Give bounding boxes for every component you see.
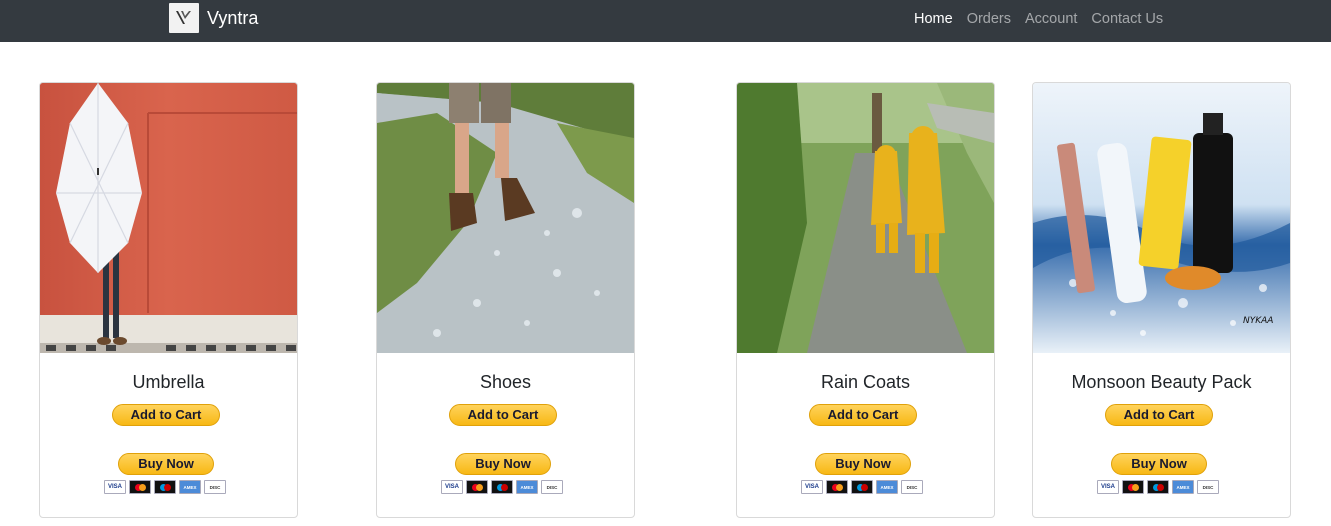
nav-link-contact-us[interactable]: Contact Us: [1084, 0, 1170, 38]
product-title: Shoes: [479, 372, 532, 392]
umbrella-photo: [40, 83, 297, 353]
maestro-icon: [491, 480, 513, 494]
maestro-icon: [154, 480, 176, 494]
brand-logo-icon: [169, 3, 199, 33]
visa-icon: VISA: [801, 480, 823, 494]
buy-now-button[interactable]: Buy Now: [118, 453, 214, 475]
discover-icon: DISC: [1197, 480, 1219, 494]
mastercard-icon: [826, 480, 848, 494]
beauty-products-photo: NYKAA: [1033, 83, 1290, 353]
nav-link-orders[interactable]: Orders: [960, 0, 1018, 38]
payment-methods: VISA AMEX DISC: [441, 480, 563, 494]
amex-icon: AMEX: [876, 480, 898, 494]
hiking-boots-photo: [377, 83, 634, 353]
product-card: Shoes Add to Cart Buy Now VISA AMEX DISC: [376, 82, 635, 518]
add-to-cart-button[interactable]: Add to Cart: [1105, 404, 1213, 426]
add-to-cart-button[interactable]: Add to Cart: [449, 404, 557, 426]
navbar: Vyntra Home Orders Account Contact Us: [0, 0, 1331, 42]
amex-icon: AMEX: [1172, 480, 1194, 494]
amex-icon: AMEX: [179, 480, 201, 494]
add-to-cart-button[interactable]: Add to Cart: [809, 404, 917, 426]
discover-icon: DISC: [901, 480, 923, 494]
brand-name: Vyntra: [207, 8, 259, 28]
mastercard-icon: [129, 480, 151, 494]
mastercard-icon: [1122, 480, 1144, 494]
nav-link-home[interactable]: Home: [907, 0, 960, 38]
product-title: Rain Coats: [820, 372, 911, 392]
visa-icon: VISA: [441, 480, 463, 494]
rain-coats-photo: [737, 83, 994, 353]
product-card: NYKAA Monsoon Beauty Pack Add to Cart Bu…: [1032, 82, 1291, 518]
discover-icon: DISC: [541, 480, 563, 494]
nav-link-account[interactable]: Account: [1018, 0, 1084, 38]
payment-methods: VISA AMEX DISC: [104, 480, 226, 494]
amex-icon: AMEX: [516, 480, 538, 494]
brand-link[interactable]: Vyntra: [169, 3, 258, 33]
maestro-icon: [1147, 480, 1169, 494]
svg-text:NYKAA: NYKAA: [1243, 316, 1273, 326]
product-title: Umbrella: [132, 372, 205, 392]
maestro-icon: [851, 480, 873, 494]
product-card: Rain Coats Add to Cart Buy Now VISA AMEX…: [736, 82, 995, 518]
discover-icon: DISC: [204, 480, 226, 494]
buy-now-button[interactable]: Buy Now: [455, 453, 551, 475]
product-title: Monsoon Beauty Pack: [1071, 372, 1252, 392]
product-card: Umbrella Add to Cart Buy Now VISA AMEX D…: [39, 82, 298, 518]
payment-methods: VISA AMEX DISC: [1097, 480, 1219, 494]
mastercard-icon: [466, 480, 488, 494]
buy-now-button[interactable]: Buy Now: [1111, 453, 1207, 475]
add-to-cart-button[interactable]: Add to Cart: [112, 404, 220, 426]
buy-now-button[interactable]: Buy Now: [815, 453, 911, 475]
nav-links: Home Orders Account Contact Us: [907, 0, 1170, 38]
visa-icon: VISA: [104, 480, 126, 494]
payment-methods: VISA AMEX DISC: [801, 480, 923, 494]
visa-icon: VISA: [1097, 480, 1119, 494]
